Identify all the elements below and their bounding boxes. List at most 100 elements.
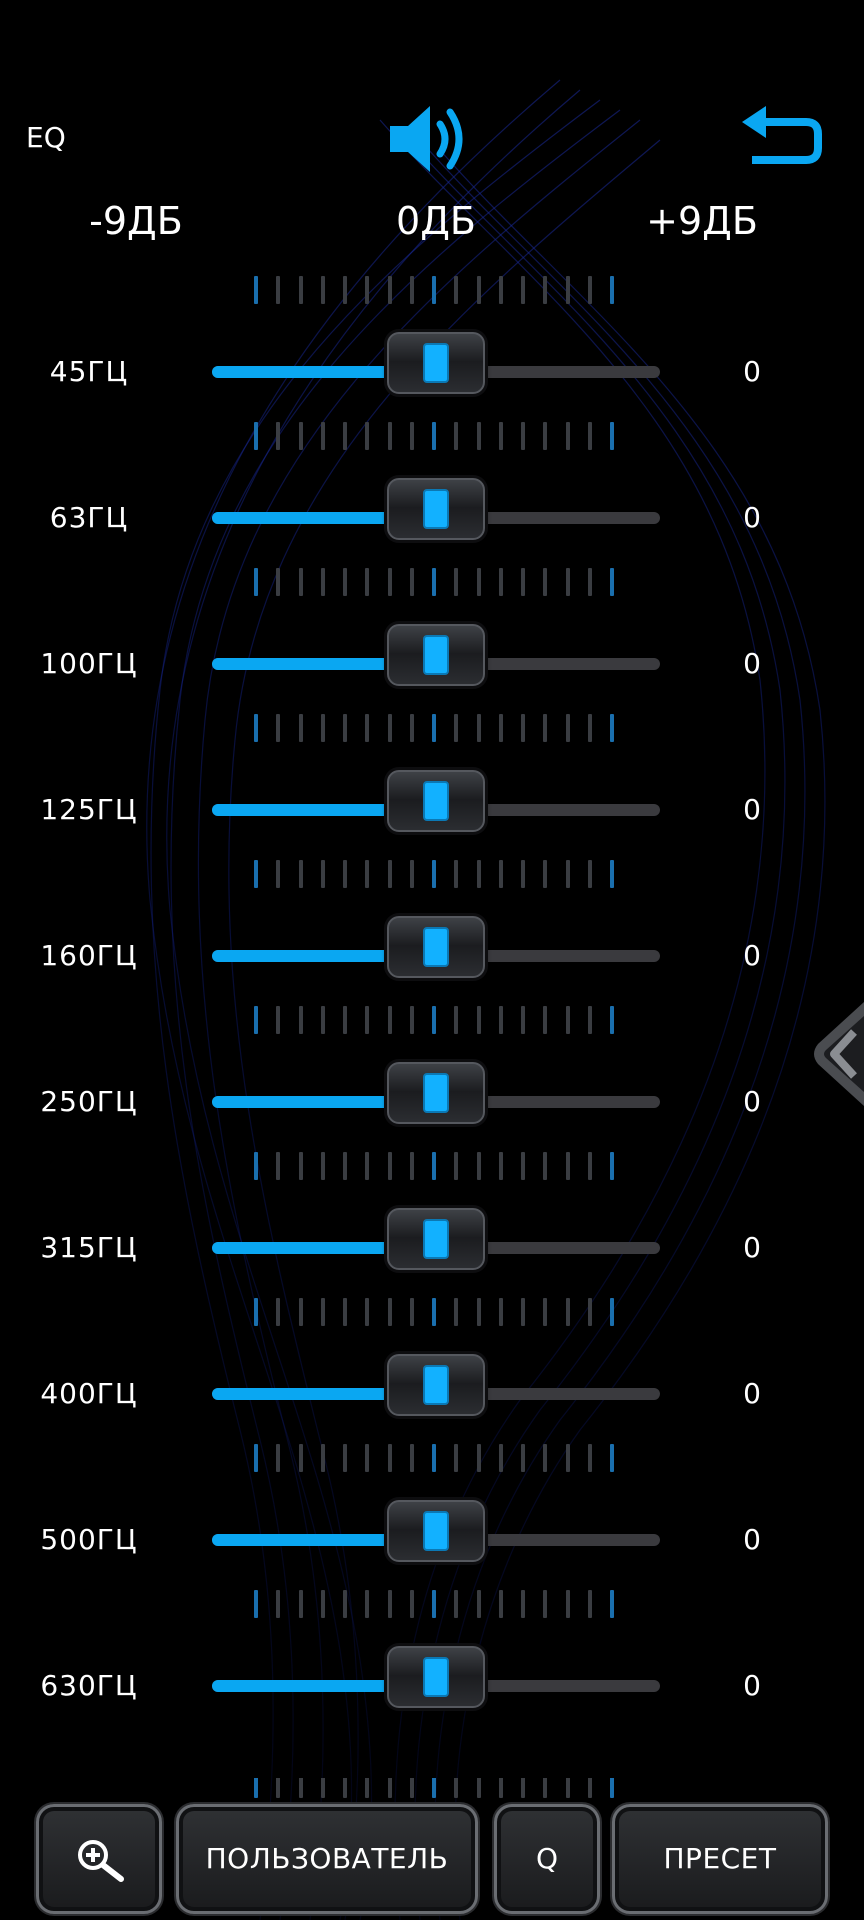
scale-tick (588, 1590, 592, 1618)
scale-tick (477, 276, 481, 304)
scale-tick (454, 1778, 458, 1798)
scale-tick (388, 568, 392, 596)
scale-tick (321, 568, 325, 596)
scale-tick (388, 1778, 392, 1798)
scale-tick (388, 860, 392, 888)
band-tick-scale (254, 422, 614, 452)
band-value: 0 (743, 1377, 761, 1410)
user-preset-button[interactable]: ПОЛЬЗОВАТЕЛЬ (176, 1804, 478, 1914)
scale-tick (543, 1590, 547, 1618)
scale-tick (410, 1152, 414, 1180)
band-value: 0 (743, 1669, 761, 1702)
slider-thumb-core (423, 927, 449, 967)
scale-tick (254, 860, 258, 888)
scale-tick (276, 1006, 280, 1034)
scale-tick (276, 1298, 280, 1326)
slider-thumb-core (423, 1657, 449, 1697)
scale-tick (477, 1298, 481, 1326)
band-slider[interactable] (212, 332, 660, 394)
scale-tick (432, 1152, 436, 1180)
band-value: 0 (743, 501, 761, 534)
slider-thumb[interactable] (387, 332, 485, 394)
scale-tick (499, 568, 503, 596)
scale-tick (521, 1298, 525, 1326)
back-button[interactable] (736, 104, 828, 174)
volume-button[interactable] (386, 100, 478, 178)
scale-tick (321, 1298, 325, 1326)
band-slider[interactable] (212, 624, 660, 686)
scale-tick (410, 422, 414, 450)
slider-thumb[interactable] (387, 1500, 485, 1562)
scale-tick (321, 860, 325, 888)
scale-tick (543, 1778, 547, 1798)
scale-tick (276, 1590, 280, 1618)
q-button[interactable]: Q (494, 1804, 600, 1914)
band-slider[interactable] (212, 478, 660, 540)
slider-thumb[interactable] (387, 1354, 485, 1416)
band-slider[interactable] (212, 1646, 660, 1708)
slider-thumb-core (423, 1365, 449, 1405)
band-slider[interactable] (212, 1208, 660, 1270)
scale-tick (254, 422, 258, 450)
scale-tick (299, 1298, 303, 1326)
scale-tick (610, 1778, 614, 1798)
scale-tick (321, 276, 325, 304)
band-label: 630ГЦ (40, 1669, 138, 1702)
band-label: 45ГЦ (49, 355, 129, 388)
band-slider[interactable] (212, 916, 660, 978)
scale-tick (276, 1444, 280, 1472)
scale-tick (432, 860, 436, 888)
scale-tick (365, 568, 369, 596)
slider-thumb[interactable] (387, 624, 485, 686)
scale-tick (254, 714, 258, 742)
scale-tick (299, 422, 303, 450)
scale-tick (299, 1006, 303, 1034)
scale-tick (499, 860, 503, 888)
slider-thumb[interactable] (387, 1062, 485, 1124)
scale-max-label: +9ДБ (646, 199, 758, 243)
band-value: 0 (743, 1523, 761, 1556)
scale-min-label: -9ДБ (89, 199, 183, 243)
band-label: 160ГЦ (40, 939, 138, 972)
slider-thumb[interactable] (387, 1208, 485, 1270)
scale-tick (543, 1444, 547, 1472)
scale-tick (454, 276, 458, 304)
preset-button[interactable]: ПРЕСЕТ (612, 1804, 828, 1914)
band-slider[interactable] (212, 1500, 660, 1562)
slider-thumb-core (423, 343, 449, 383)
band-slider[interactable] (212, 1354, 660, 1416)
side-drawer-tab[interactable] (810, 1002, 864, 1106)
slider-thumb[interactable] (387, 916, 485, 978)
scale-tick (610, 1152, 614, 1180)
slider-thumb[interactable] (387, 1646, 485, 1708)
scale-tick (499, 1152, 503, 1180)
slider-thumb[interactable] (387, 770, 485, 832)
scale-tick (588, 1006, 592, 1034)
band-slider[interactable] (212, 1062, 660, 1124)
scale-tick (321, 422, 325, 450)
slider-thumb[interactable] (387, 478, 485, 540)
scale-tick (566, 568, 570, 596)
band-tick-scale (254, 1298, 614, 1328)
speaker-volume-icon (390, 106, 463, 172)
scale-tick (588, 1298, 592, 1326)
scale-tick (365, 1152, 369, 1180)
scale-tick (610, 422, 614, 450)
scale-tick (365, 1590, 369, 1618)
scale-tick (543, 422, 547, 450)
scale-tick (454, 1444, 458, 1472)
scale-tick (588, 422, 592, 450)
scale-tick (254, 1590, 258, 1618)
scale-tick (254, 1152, 258, 1180)
scale-tick (588, 860, 592, 888)
band-slider[interactable] (212, 770, 660, 832)
scale-tick (477, 568, 481, 596)
zoom-button[interactable] (36, 1804, 162, 1914)
scale-tick (521, 1152, 525, 1180)
band-value: 0 (743, 793, 761, 826)
scale-tick (299, 714, 303, 742)
scale-tick (566, 714, 570, 742)
scale-tick (343, 1778, 347, 1798)
slider-thumb-core (423, 489, 449, 529)
scale-tick (543, 1298, 547, 1326)
